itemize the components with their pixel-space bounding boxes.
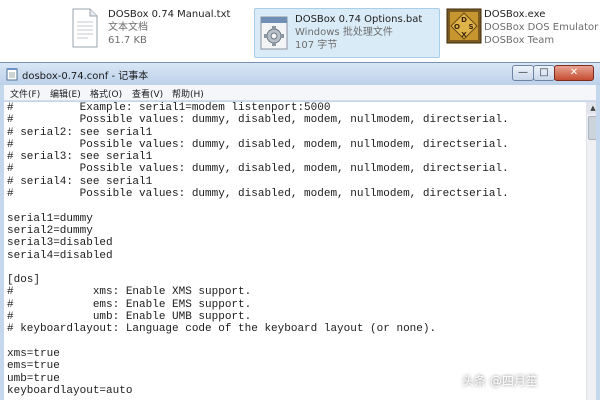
editor-line: # serial3: see serial1 bbox=[7, 151, 153, 164]
file-size: 61.7 KB bbox=[108, 35, 147, 46]
editor-line: # serial2: see serial1 bbox=[7, 126, 153, 139]
vertical-scrollbar[interactable]: ▲ bbox=[586, 102, 596, 400]
menu-file[interactable]: 文件(F) bbox=[10, 87, 40, 100]
editor-line: serial4=disabled bbox=[7, 249, 113, 262]
editor-line: umb=true bbox=[7, 372, 60, 385]
editor-line: serial2=dummy bbox=[7, 224, 93, 237]
editor-line: serial1=dummy bbox=[7, 212, 93, 225]
svg-text:X: X bbox=[461, 31, 467, 39]
editor-line: # serial4: see serial1 bbox=[7, 175, 153, 188]
editor-line: ems=true bbox=[7, 360, 60, 373]
editor-line: serial3=disabled bbox=[7, 237, 113, 250]
menu-bar: 文件(F) 编辑(E) 格式(O) 查看(V) 帮助(H) bbox=[4, 85, 596, 101]
file-type: 文本文档 bbox=[108, 22, 148, 33]
file-name: DOSBox 0.74 Options.bat bbox=[295, 14, 423, 25]
svg-text:D: D bbox=[461, 16, 467, 24]
editor-line: # Example: serial1=modem listenport:5000 bbox=[7, 102, 331, 114]
notepad-icon bbox=[6, 68, 18, 81]
file-item-options-bat[interactable]: DOSBox 0.74 Options.bat Windows 批处理文件 10… bbox=[254, 8, 440, 58]
maximize-button[interactable]: □ bbox=[533, 65, 555, 81]
scroll-up-arrow-icon[interactable]: ▲ bbox=[587, 102, 596, 114]
file-name: DOSBox.exe bbox=[484, 9, 546, 20]
file-size: 107 字节 bbox=[295, 40, 338, 51]
watermark: 头条 @四月笙 bbox=[462, 374, 538, 388]
editor-line: # ems: Enable EMS support. bbox=[7, 298, 252, 311]
editor-line: # xms: Enable XMS support. bbox=[7, 286, 252, 299]
editor-line: [dos] bbox=[7, 274, 41, 287]
editor-line: # Possible values: dummy, disabled, mode… bbox=[7, 163, 509, 176]
file-item-dosbox-exe[interactable]: D O S X DOSBox.exe DOSBox DOS Emulator D… bbox=[446, 8, 599, 58]
editor-line: keyboardlayout=auto bbox=[7, 384, 133, 397]
editor-line: # Possible values: dummy, disabled, mode… bbox=[7, 188, 509, 201]
editor-line: xms=true bbox=[7, 347, 60, 360]
file-size: DOSBox Team bbox=[484, 35, 555, 46]
editor-line: # keyboardlayout: Language code of the k… bbox=[7, 323, 437, 336]
file-name: DOSBox 0.74 Manual.txt bbox=[108, 9, 231, 20]
text-document-icon bbox=[72, 8, 98, 48]
menu-format[interactable]: 格式(O) bbox=[90, 87, 122, 100]
close-button[interactable]: ✕ bbox=[554, 65, 594, 81]
menu-view[interactable]: 查看(V) bbox=[132, 87, 163, 100]
scroll-thumb[interactable] bbox=[588, 116, 596, 140]
file-type: Windows 批处理文件 bbox=[295, 27, 393, 38]
svg-text:O: O bbox=[454, 23, 460, 31]
editor-line: # umb: Enable UMB support. bbox=[7, 311, 252, 324]
editor-content: # Example: serial1=modem listenport:5000… bbox=[7, 102, 509, 397]
text-editor[interactable]: # Example: serial1=modem listenport:5000… bbox=[4, 102, 596, 400]
svg-text:S: S bbox=[468, 23, 473, 31]
dosbox-app-icon: D O S X bbox=[446, 8, 482, 44]
editor-line: # Possible values: dummy, disabled, mode… bbox=[7, 138, 509, 151]
menu-edit[interactable]: 编辑(E) bbox=[50, 87, 81, 100]
batch-file-icon bbox=[260, 16, 288, 50]
menu-help[interactable]: 帮助(H) bbox=[172, 87, 204, 100]
title-bar[interactable]: dosbox-0.74.conf - 记事本 — □ ✕ bbox=[0, 63, 600, 85]
explorer-file-strip: DOSBox 0.74 Manual.txt 文本文档 61.7 KB DOSB… bbox=[0, 0, 600, 62]
minimize-button[interactable]: — bbox=[512, 65, 534, 81]
editor-line: # Possible values: dummy, disabled, mode… bbox=[7, 114, 509, 127]
file-item-manual[interactable]: DOSBox 0.74 Manual.txt 文本文档 61.7 KB bbox=[70, 8, 250, 58]
notepad-window: dosbox-0.74.conf - 记事本 — □ ✕ 文件(F) 编辑(E)… bbox=[0, 62, 600, 400]
file-type: DOSBox DOS Emulator bbox=[484, 22, 599, 33]
window-title: dosbox-0.74.conf - 记事本 bbox=[22, 71, 149, 82]
